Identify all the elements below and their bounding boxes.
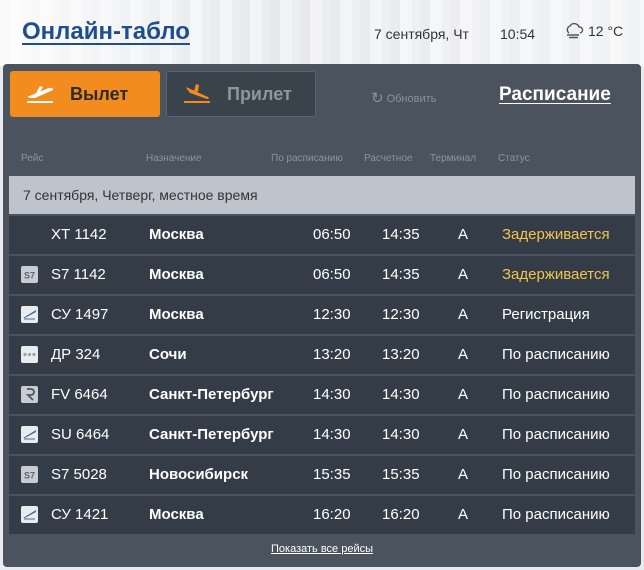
s7-icon: S7 — [21, 466, 38, 483]
scheduled-time: 16:20 — [313, 506, 351, 523]
flight-status: По расписанию — [502, 386, 610, 403]
tab-arrival[interactable]: Прилет — [166, 71, 316, 117]
flight-status: По расписанию — [502, 506, 610, 523]
destination: Новосибирск — [149, 466, 249, 483]
col-header-terminal: Терминал — [430, 153, 477, 164]
aeroflot-icon — [21, 506, 38, 523]
flight-status: Задерживается — [502, 266, 610, 283]
s7-icon: S7 — [21, 266, 38, 283]
destination: Москва — [149, 266, 204, 283]
flight-status: По расписанию — [502, 346, 610, 363]
estimated-time: 14:30 — [382, 426, 420, 443]
flight-status: Задерживается — [502, 226, 610, 243]
destination: Санкт-Петербург — [149, 386, 274, 403]
table-row[interactable]: ХТ 1142 Москва 06:50 14:35 A Задерживается — [9, 216, 635, 254]
col-header-estimated: Расчетное — [364, 153, 413, 164]
plane-landing-icon — [184, 84, 210, 103]
page-title[interactable]: Онлайн-табло — [22, 18, 190, 46]
col-header-destination: Назначение — [146, 153, 202, 164]
table-row[interactable]: S7 S7 5028 Новосибирск 15:35 15:35 A По распис… — [9, 456, 635, 494]
aeroflot-icon — [21, 426, 38, 443]
flight-number: SU 6464 — [51, 426, 110, 443]
table-row[interactable]: СУ 1497 Москва 12:30 12:30 A Регистрация — [9, 296, 635, 334]
estimated-time: 12:30 — [382, 306, 420, 323]
estimated-time: 16:20 — [382, 506, 420, 523]
flight-number: ДР 324 — [51, 346, 101, 363]
estimated-time: 13:20 — [382, 346, 420, 363]
estimated-time: 14:35 — [382, 266, 420, 283]
table-row[interactable]: ДР 324 Сочи 13:20 13:20 A По расписанию — [9, 336, 635, 374]
flight-number: СУ 1421 — [51, 506, 109, 523]
tab-arrival-label: Прилет — [227, 83, 292, 104]
tab-departure-label: Вылет — [70, 83, 129, 104]
col-header-scheduled: По расписанию — [271, 153, 343, 164]
flight-status: По расписанию — [502, 426, 610, 443]
col-header-status: Статус — [498, 153, 530, 164]
destination: Москва — [149, 226, 204, 243]
table-row[interactable]: FV 6464 Санкт-Петербург 14:30 14:30 A По расп… — [9, 376, 635, 414]
plane-takeoff-icon — [27, 86, 53, 103]
tab-departure[interactable]: Вылет — [10, 71, 160, 117]
svg-text:S7: S7 — [24, 271, 35, 281]
weather: 12 °C — [564, 23, 623, 39]
scheduled-time: 06:50 — [313, 226, 351, 243]
terminal: A — [458, 386, 469, 403]
terminal: A — [458, 506, 469, 523]
scheduled-time: 06:50 — [313, 266, 351, 283]
destination: Санкт-Петербург — [149, 426, 274, 443]
destination: Москва — [149, 506, 204, 523]
flight-number: FV 6464 — [51, 386, 108, 403]
flight-board: Вылет Прилет ↻ Обновить Расписание Рейс … — [3, 64, 641, 567]
date-bar: 7 сентября, Четверг, местное время — [9, 176, 635, 214]
dots-icon — [21, 346, 38, 363]
refresh-icon: ↻ — [371, 90, 384, 107]
table-row[interactable]: СУ 1421 Москва 16:20 16:20 A По расписанию — [9, 496, 635, 534]
terminal: A — [458, 426, 469, 443]
current-date: 7 сентября, Чт — [374, 26, 469, 42]
terminal: A — [458, 226, 469, 243]
scheduled-time: 13:20 — [313, 346, 351, 363]
destination: Москва — [149, 306, 204, 323]
scheduled-time: 15:35 — [313, 466, 351, 483]
estimated-time: 14:30 — [382, 386, 420, 403]
show-all-flights-link[interactable]: Показать все рейсы — [3, 543, 641, 555]
flight-number: ХТ 1142 — [51, 226, 107, 243]
current-time: 10:54 — [500, 26, 536, 42]
terminal: A — [458, 346, 469, 363]
svg-text:S7: S7 — [24, 471, 35, 481]
temperature: 12 °C — [588, 23, 624, 39]
refresh-label: Обновить — [386, 92, 437, 105]
terminal: A — [458, 266, 469, 283]
rossiya-icon — [21, 386, 38, 403]
flight-number: S7 1142 — [51, 266, 106, 283]
flight-number: СУ 1497 — [51, 306, 109, 323]
scheduled-time: 12:30 — [313, 306, 351, 323]
estimated-time: 14:35 — [382, 226, 420, 243]
scheduled-time: 14:30 — [313, 426, 351, 443]
scheduled-time: 14:30 — [313, 386, 351, 403]
flight-status: Регистрация — [502, 306, 590, 323]
destination: Сочи — [149, 346, 187, 363]
table-row[interactable]: S7 S7 1142 Москва 06:50 14:35 A Задерживается — [9, 256, 635, 294]
flight-number: S7 5028 — [51, 466, 107, 483]
col-header-flight: Рейс — [21, 153, 44, 164]
schedule-link[interactable]: Расписание — [499, 84, 611, 106]
cloud-wind-icon — [566, 23, 584, 39]
refresh-button[interactable]: ↻ Обновить — [371, 91, 436, 106]
terminal: A — [458, 466, 469, 483]
flight-status: По расписанию — [502, 466, 610, 483]
terminal: A — [458, 306, 469, 323]
estimated-time: 15:35 — [382, 466, 420, 483]
header: Онлайн-табло 7 сентября, Чт 10:54 12 °C — [0, 0, 644, 66]
aeroflot-icon — [21, 306, 38, 323]
table-row[interactable]: SU 6464 Санкт-Петербург 14:30 14:30 A По расп… — [9, 416, 635, 454]
